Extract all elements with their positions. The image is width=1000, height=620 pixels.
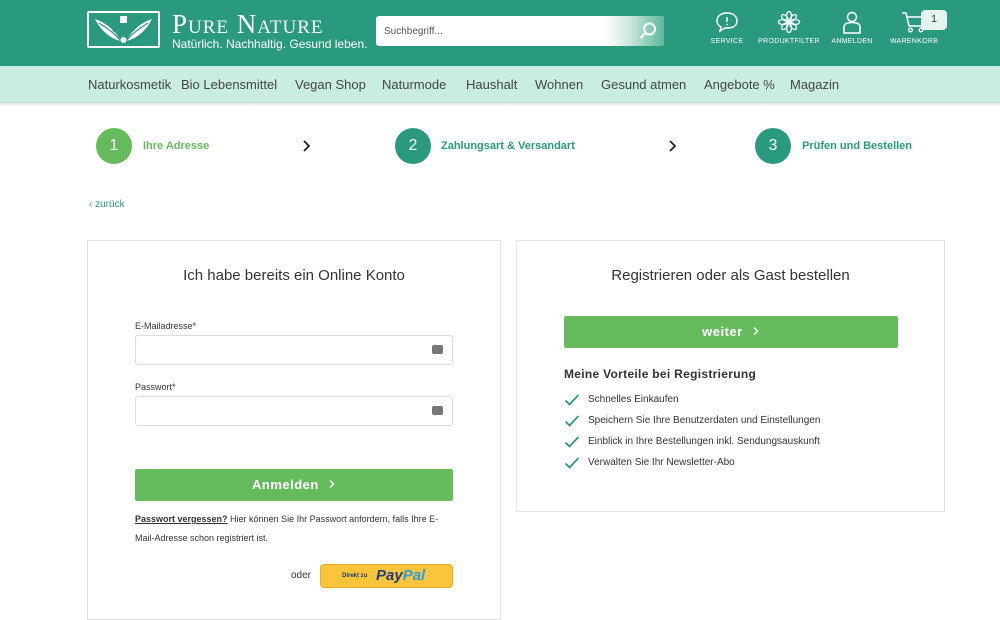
- nav-item-gesund-atmen[interactable]: Gesund atmen: [601, 77, 686, 92]
- forgot-password-hint-2: Mail-Adresse schon registriert ist.: [135, 533, 269, 543]
- nav-item-angebote[interactable]: Angebote %: [704, 77, 775, 92]
- register-title: Registrieren oder als Gast bestellen: [611, 267, 850, 284]
- service-button[interactable]: SERVICE: [692, 10, 762, 45]
- header-bar: Pure Nature Natürlich. Nachhaltig. Gesun…: [0, 0, 1000, 66]
- password-manager-icon[interactable]: [432, 402, 443, 415]
- step-1-label: Ihre Adresse: [143, 140, 210, 152]
- login-title: Ich habe bereits ein Online Konto: [183, 267, 405, 284]
- check-icon: [564, 394, 580, 406]
- login-panel: Ich habe bereits ein Online Konto: [87, 240, 501, 620]
- produktfilter-button[interactable]: PRODUKTFILTER: [754, 10, 824, 45]
- continue-button[interactable]: weiter: [564, 316, 898, 348]
- cart-count-badge: 1: [921, 10, 947, 30]
- search-icon[interactable]: [638, 21, 658, 41]
- back-link[interactable]: ‹ zurück: [89, 199, 125, 210]
- continue-button-label: weiter: [702, 324, 743, 339]
- step-chevron-right-icon: [303, 140, 311, 152]
- benefit-label: Speichern Sie Ihre Benutzerdaten und Ein…: [588, 415, 821, 426]
- nav-item-vegan-shop[interactable]: Vegan Shop: [295, 77, 366, 92]
- chevron-right-icon: [329, 479, 335, 489]
- step-2-label: Zahlungsart & Versandart: [441, 140, 575, 152]
- step-chevron-right-icon: [669, 140, 677, 152]
- brand-name[interactable]: Pure Nature: [172, 10, 324, 38]
- nav-item-haushalt[interactable]: Haushalt: [466, 77, 517, 92]
- forgot-password-text: Passwort vergessen? Hier können Sie Ihr …: [135, 510, 438, 529]
- nav-item-wohnen[interactable]: Wohnen: [535, 77, 583, 92]
- paypal-prefix: Direkt zu: [342, 573, 368, 579]
- nav-item-magazin[interactable]: Magazin: [790, 77, 839, 92]
- nav-item-naturkosmetik[interactable]: Naturkosmetik: [88, 77, 171, 92]
- check-icon: [564, 436, 580, 448]
- search-input[interactable]: [376, 16, 606, 46]
- service-label: SERVICE: [710, 38, 744, 45]
- brand-tagline: Natürlich. Nachhaltig. Gesund leben.: [172, 37, 368, 51]
- forgot-password-link[interactable]: Passwort vergessen?: [135, 514, 228, 524]
- step-2-number: 2: [395, 128, 431, 164]
- benefit-label: Verwalten Sie Ihr Newsletter-Abo: [588, 457, 735, 468]
- login-button[interactable]: Anmelden: [135, 469, 453, 501]
- flower-icon: [777, 10, 801, 34]
- paypal-logo-pal: Pal: [402, 567, 426, 584]
- anmelden-label: ANMELDEN: [831, 38, 873, 45]
- benefits-title: Meine Vorteile bei Registrierung: [564, 367, 757, 381]
- password-manager-icon[interactable]: [432, 341, 443, 354]
- leaf-logo-icon: [95, 16, 152, 43]
- nav-item-naturmode[interactable]: Naturmode: [382, 77, 446, 92]
- password-field[interactable]: [136, 397, 452, 425]
- password-label: Passwort*: [135, 382, 176, 392]
- benefit-label: Einblick in Ihre Bestellungen inkl. Send…: [588, 436, 820, 447]
- chevron-right-icon: [753, 326, 759, 336]
- or-label: oder: [291, 570, 312, 581]
- nav-shadow: [0, 103, 1000, 107]
- speech-bubble-icon: [716, 12, 738, 33]
- user-icon: [843, 11, 861, 34]
- benefit-label: Schnelles Einkaufen: [588, 394, 679, 405]
- back-label: zurück: [95, 199, 125, 210]
- login-button-label: Anmelden: [252, 477, 319, 492]
- produktfilter-label: PRODUKTFILTER: [758, 38, 820, 45]
- forgot-password-hint-1: Hier können Sie Ihr Passwort anfordern, …: [227, 514, 439, 524]
- search-box: [376, 16, 664, 46]
- step-1-number: 1: [96, 128, 132, 164]
- paypal-logo: PayPal: [376, 567, 425, 584]
- anmelden-button[interactable]: ANMELDEN: [817, 10, 887, 45]
- warenkorb-label: WARENKORB: [889, 38, 939, 45]
- email-field[interactable]: [136, 336, 452, 364]
- email-field-wrapper: [135, 335, 453, 365]
- email-label: E-Mailadresse*: [135, 321, 197, 331]
- check-icon: [564, 457, 580, 469]
- step-3-number: 3: [755, 128, 791, 164]
- paypal-logo-pay: Pay: [376, 567, 403, 584]
- password-field-wrapper: [135, 396, 453, 426]
- check-icon: [564, 415, 580, 427]
- nav-item-bio-lebensmittel[interactable]: Bio Lebensmittel: [181, 77, 277, 92]
- main-navigation: Naturkosmetik Bio Lebensmittel Vegan Sho…: [0, 66, 1000, 103]
- paypal-button[interactable]: Direkt zu PayPal: [320, 564, 453, 588]
- logo[interactable]: [87, 11, 160, 48]
- step-3-label: Prüfen und Bestellen: [802, 140, 913, 152]
